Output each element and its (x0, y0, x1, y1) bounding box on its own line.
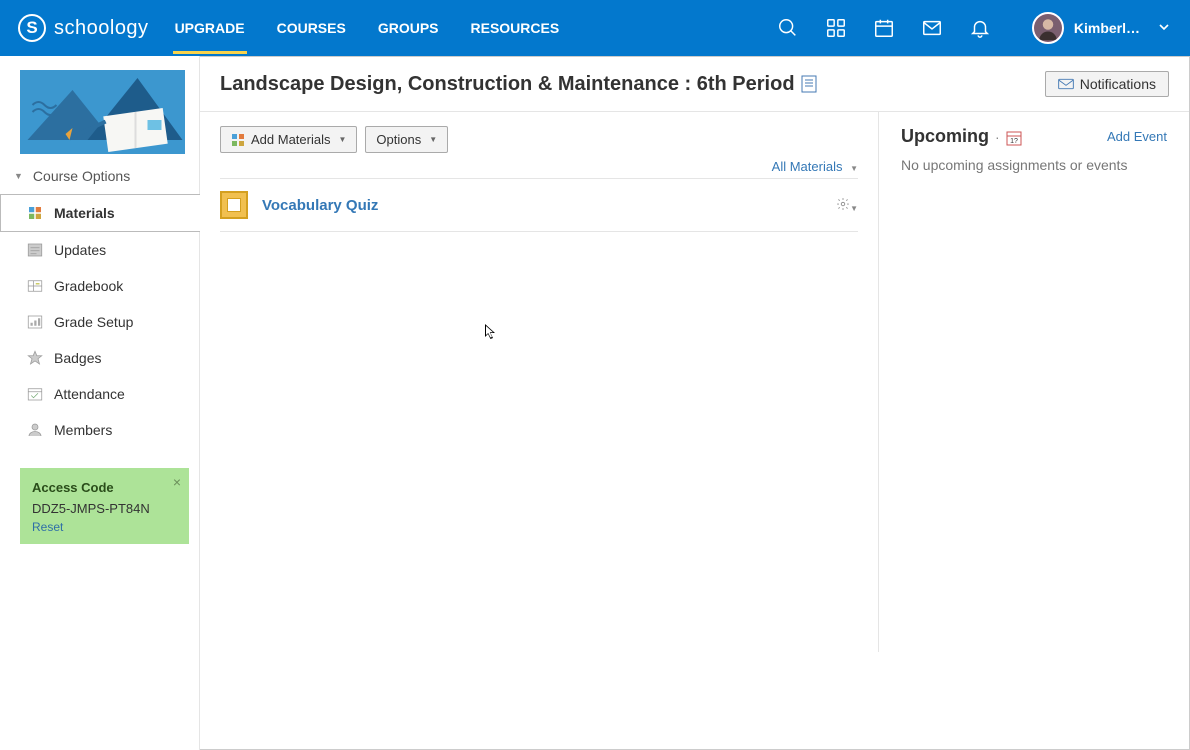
materials-column: Add Materials ▼ Options ▼ All Materials … (200, 112, 879, 652)
mail-icon[interactable] (920, 16, 944, 40)
notifications-label: Notifications (1080, 76, 1156, 92)
access-code-reset[interactable]: Reset (32, 520, 177, 534)
top-navbar: S schoology UPGRADE COURSES GROUPS RESOU… (0, 0, 1190, 56)
course-options-toggle[interactable]: ▼ Course Options (0, 158, 199, 194)
triangle-down-icon: ▼ (338, 135, 346, 144)
course-options-label: Course Options (33, 168, 130, 184)
sidebar-item-members[interactable]: Members (0, 412, 199, 448)
options-button[interactable]: Options ▼ (365, 126, 448, 153)
quiz-icon (220, 191, 248, 219)
nav-courses[interactable]: COURSES (275, 2, 348, 54)
sidebar-label: Gradebook (54, 278, 123, 294)
nav-groups[interactable]: GROUPS (376, 2, 441, 54)
logo-icon: S (18, 14, 46, 42)
calendar-icon[interactable] (872, 16, 896, 40)
avatar (1032, 12, 1064, 44)
access-code-title: Access Code (32, 480, 177, 495)
materials-filter[interactable]: All Materials ▼ (220, 153, 858, 179)
upcoming-title: Upcoming (901, 126, 989, 147)
attendance-icon (26, 385, 44, 403)
add-materials-button[interactable]: Add Materials ▼ (220, 126, 357, 153)
sidebar-label: Grade Setup (54, 314, 133, 330)
filter-label: All Materials (772, 159, 843, 174)
sidebar-item-materials[interactable]: Materials (0, 194, 200, 232)
gradebook-icon (26, 277, 44, 295)
sidebar-label: Members (54, 422, 112, 438)
nav-links: UPGRADE COURSES GROUPS RESOURCES (173, 2, 562, 54)
access-code-value: DDZ5-JMPS-PT84N (32, 501, 177, 516)
main-content: Landscape Design, Construction & Mainten… (200, 56, 1190, 750)
brand-name: schoology (54, 17, 149, 40)
notifications-button[interactable]: Notifications (1045, 71, 1169, 97)
access-code-panel: × Access Code DDZ5-JMPS-PT84N Reset (20, 468, 189, 544)
material-title[interactable]: Vocabulary Quiz (262, 197, 822, 214)
user-display-name: Kimberl… (1074, 20, 1140, 36)
apps-icon[interactable] (824, 16, 848, 40)
chevron-down-icon (1156, 19, 1172, 38)
materials-icon (26, 204, 44, 222)
triangle-down-icon: ▼ (429, 135, 437, 144)
nav-upgrade[interactable]: UPGRADE (173, 2, 247, 54)
user-menu[interactable]: Kimberl… (1032, 12, 1172, 44)
add-event-link[interactable]: Add Event (1107, 129, 1167, 144)
course-thumbnail[interactable] (20, 70, 185, 154)
search-icon[interactable] (776, 16, 800, 40)
nav-icons: Kimberl… (776, 12, 1172, 44)
page-title: Landscape Design, Construction & Mainten… (220, 73, 817, 96)
gear-icon[interactable]: ▼ (836, 197, 858, 214)
sidebar-item-gradebook[interactable]: Gradebook (0, 268, 199, 304)
grade-setup-icon (26, 313, 44, 331)
material-row: Vocabulary Quiz ▼ (220, 179, 858, 232)
sidebar-label: Badges (54, 350, 101, 366)
sidebar-item-grade-setup[interactable]: Grade Setup (0, 304, 199, 340)
sidebar-item-badges[interactable]: Badges (0, 340, 199, 376)
sidebar-label: Attendance (54, 386, 125, 402)
left-sidebar: ▼ Course Options Materials Updates Grade… (0, 56, 200, 750)
upcoming-column: Upcoming · 1? Add Event No upcoming assi… (879, 112, 1189, 652)
bell-icon[interactable] (968, 16, 992, 40)
updates-icon (26, 241, 44, 259)
members-icon (26, 421, 44, 439)
page-icon[interactable] (801, 73, 817, 96)
triangle-down-icon: ▼ (14, 171, 23, 181)
svg-text:1?: 1? (1010, 138, 1018, 145)
sidebar-label: Updates (54, 242, 106, 258)
brand-logo[interactable]: S schoology (18, 14, 149, 42)
materials-toolbar: Add Materials ▼ Options ▼ (220, 126, 858, 153)
calendar-small-icon[interactable]: 1? (1006, 129, 1022, 146)
sidebar-item-updates[interactable]: Updates (0, 232, 199, 268)
page-title-text: Landscape Design, Construction & Mainten… (220, 73, 795, 96)
badges-icon (26, 349, 44, 367)
close-icon[interactable]: × (173, 474, 181, 490)
sidebar-item-attendance[interactable]: Attendance (0, 376, 199, 412)
upcoming-empty-text: No upcoming assignments or events (901, 157, 1167, 173)
nav-resources[interactable]: RESOURCES (469, 2, 562, 54)
triangle-down-icon: ▼ (850, 164, 858, 173)
sidebar-label: Materials (54, 205, 115, 221)
content-header: Landscape Design, Construction & Mainten… (200, 57, 1189, 112)
sidebar-menu: Materials Updates Gradebook Grade Setup … (0, 194, 199, 448)
